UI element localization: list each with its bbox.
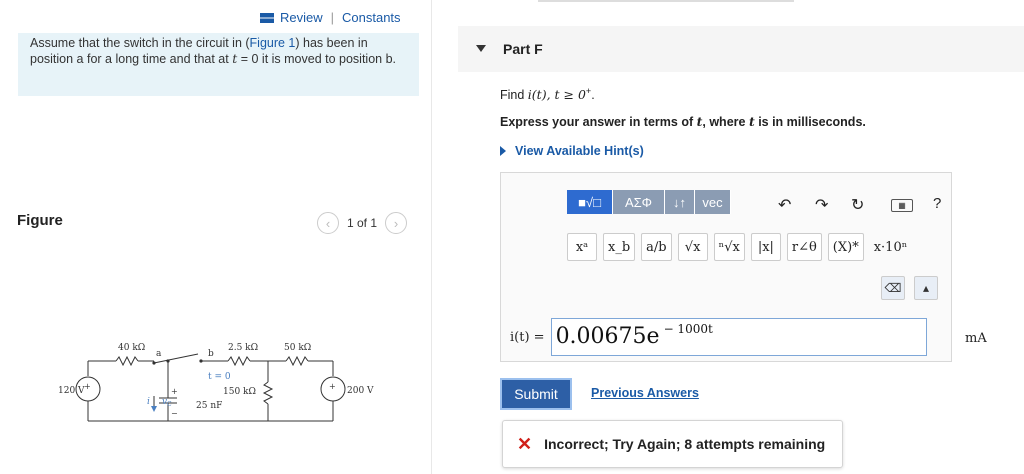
panel-top-edge <box>538 0 794 2</box>
question-text: Find i(t), t ≥ 0+. <box>500 86 595 102</box>
answer-exponent: − 1000t <box>663 322 713 336</box>
review-icon <box>260 12 274 23</box>
arrows-button[interactable]: ↓↑ <box>665 190 695 214</box>
r2-label: 2.5 kΩ <box>228 343 258 353</box>
help-icon[interactable]: ? <box>933 195 941 212</box>
templates-button[interactable]: ■√□ <box>567 190 613 214</box>
vc-sub-label: C <box>167 401 172 408</box>
polar-button[interactable]: r∠θ <box>786 233 822 261</box>
figure-heading: Figure <box>17 212 63 229</box>
node-a-label: a <box>156 349 162 359</box>
question-expression: i(t), t ≥ 0 <box>527 87 586 103</box>
switch-time-label: t = 0 <box>208 372 231 382</box>
sqrt-button[interactable]: √x <box>677 233 708 261</box>
scientific-notation-button[interactable]: x·10ⁿ <box>870 233 912 261</box>
r1-label: 40 kΩ <box>118 343 145 353</box>
vector-button[interactable]: vec <box>695 190 731 214</box>
r3-label: 50 kΩ <box>284 343 311 353</box>
separator: | <box>330 10 335 25</box>
feedback-box: ✕ Incorrect; Try Again; 8 attempts remai… <box>502 420 843 468</box>
problem-text: = 0 it is moved to position b. <box>237 52 397 66</box>
backspace-icon[interactable]: ⌫ <box>881 276 905 300</box>
cap-plus: + <box>171 387 178 396</box>
instruction-text: is in milliseconds. <box>754 115 866 129</box>
problem-text: Assume that the switch in the circuit in… <box>30 36 250 50</box>
superscript-button[interactable]: xᵃ <box>567 233 597 261</box>
prev-figure-button[interactable]: ‹ <box>317 212 339 234</box>
current-label: i <box>147 397 150 407</box>
review-link[interactable]: Review <box>280 10 323 25</box>
previous-answers-link[interactable]: Previous Answers <box>591 386 699 400</box>
keyboard-icon[interactable]: ▦ <box>891 199 913 212</box>
subscript-button[interactable]: x_b <box>603 233 636 261</box>
review-constants-bar: Review | Constants <box>22 10 401 25</box>
keyboard-toggle-icon[interactable]: ▴ <box>914 276 938 300</box>
error-x-icon: ✕ <box>517 433 533 454</box>
figure-link[interactable]: Figure 1 <box>250 36 296 50</box>
part-header[interactable]: Part F <box>458 26 1024 72</box>
math-toolbar: xᵃ x_b a/b √x ⁿ√x |x| r∠θ (X)* x·10ⁿ <box>567 233 917 261</box>
hints-label: View Available Hint(s) <box>515 144 644 158</box>
problem-statement: Assume that the switch in the circuit in… <box>18 33 419 96</box>
v1-plus: + <box>84 382 91 391</box>
feedback-text: Incorrect; Try Again; 8 attempts remaini… <box>544 436 826 452</box>
answer-instruction: Express your answer in terms of t, where… <box>500 114 866 129</box>
instruction-text: Express your answer in terms of <box>500 115 697 129</box>
greek-symbols-button[interactable]: ΑΣΦ <box>613 190 665 214</box>
instruction-text: , where <box>702 115 749 129</box>
expand-triangle-icon <box>500 146 506 156</box>
submit-button[interactable]: Submit <box>500 378 572 410</box>
v1-label: 120 V <box>58 386 85 396</box>
conjugate-button[interactable]: (X)* <box>827 233 864 261</box>
constants-link[interactable]: Constants <box>342 10 401 25</box>
answer-panel: Part F Find i(t), t ≥ 0+. Express your a… <box>458 0 1024 474</box>
reset-icon[interactable]: ↻ <box>851 195 864 215</box>
figure-pager: ‹ 1 of 1 › <box>317 212 408 234</box>
problem-panel: Review | Constants Assume that the switc… <box>0 0 432 474</box>
redo-icon[interactable]: ↷ <box>815 195 828 215</box>
part-title: Part F <box>503 41 543 57</box>
abs-button[interactable]: |x| <box>750 233 781 261</box>
next-figure-button[interactable]: › <box>385 212 408 234</box>
node-b-label: b <box>208 349 214 359</box>
answer-unit: mA <box>965 331 987 346</box>
answer-input[interactable]: 0.00675e − 1000t <box>550 318 927 356</box>
v2-label: 200 V <box>347 386 374 396</box>
question-suffix: . <box>591 88 595 103</box>
v2-plus: + <box>329 382 336 391</box>
nth-root-button[interactable]: ⁿ√x <box>713 233 745 261</box>
answer-row: i(t) = 0.00675e − 1000t <box>510 318 927 356</box>
answer-value: 0.00675e <box>555 324 660 349</box>
view-hints-toggle[interactable]: View Available Hint(s) <box>500 144 644 158</box>
undo-icon[interactable]: ↶ <box>778 195 791 215</box>
cap-label: 25 nF <box>196 401 222 411</box>
collapse-triangle-icon[interactable] <box>476 45 486 52</box>
cap-minus: − <box>171 409 178 418</box>
circuit-diagram: 40 kΩ a b 2.5 kΩ 50 kΩ 120 V 200 V 150 k… <box>58 343 374 422</box>
answer-label: i(t) = <box>510 329 545 345</box>
figure-count: 1 of 1 <box>347 216 378 230</box>
template-toolbar: ■√□ ΑΣΦ ↓↑ vec <box>567 190 731 214</box>
r4-label: 150 kΩ <box>223 387 256 397</box>
fraction-button[interactable]: a/b <box>641 233 672 261</box>
question-prefix: Find <box>500 88 528 103</box>
